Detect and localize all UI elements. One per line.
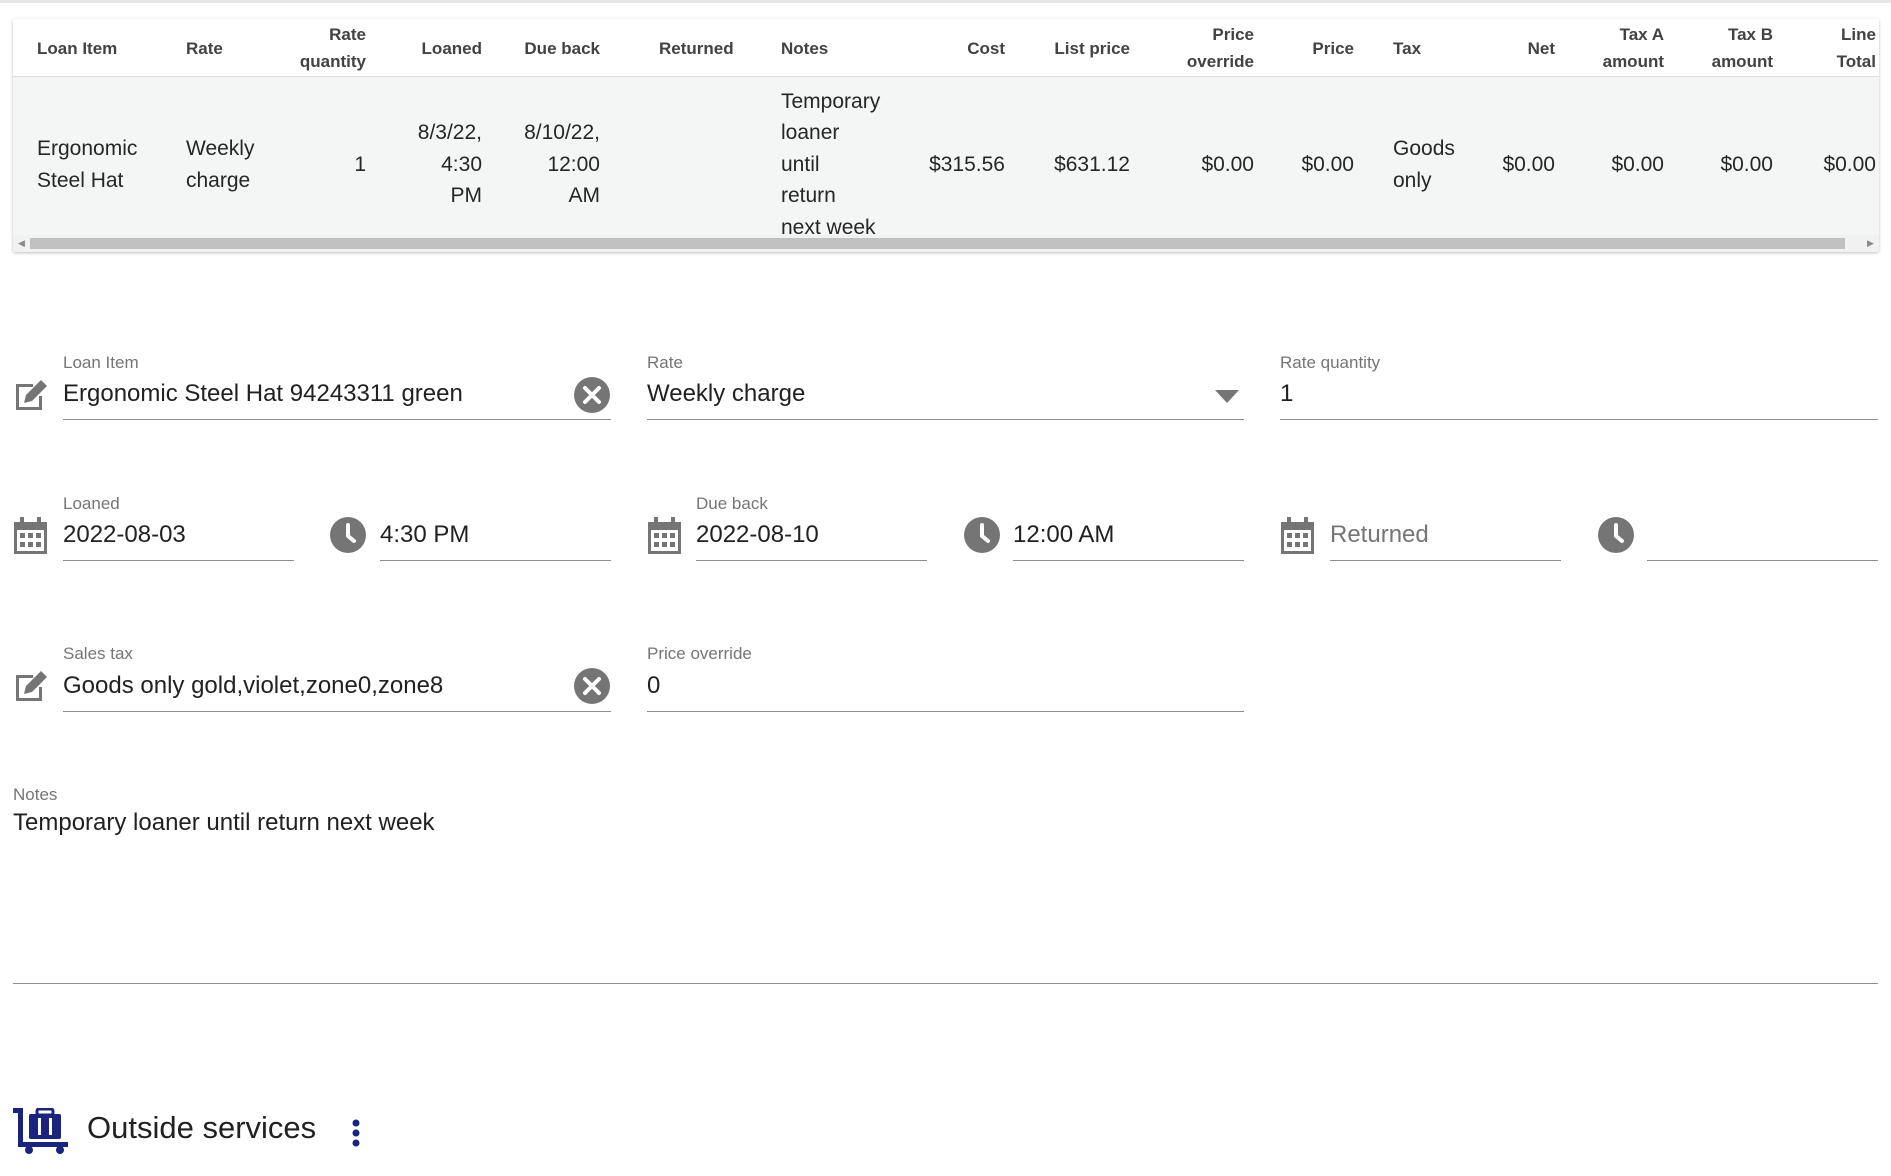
cell-price-override: $0.00 [1201,152,1254,176]
returned-date-underline [1330,560,1561,561]
sales-tax-input[interactable]: Goods only gold,violet,zone0,zone8 [63,672,443,700]
loaned-date-input[interactable]: 2022-08-03 [63,521,186,549]
calendar-icon[interactable] [14,517,47,554]
notes-underline [13,983,1878,984]
returned-time-underline [1647,560,1878,561]
calendar-icon[interactable] [648,517,681,554]
rate-underline [647,419,1244,420]
due-back-date-underline [696,560,927,561]
header-notes[interactable]: Notes [781,19,828,77]
rate-value[interactable]: Weekly charge [647,380,805,408]
loan-item-field[interactable]: Loan Item Ergonomic Steel Hat 94243311 g… [63,353,611,420]
luggage-cart-icon [13,1108,68,1154]
loaned-time-input[interactable]: 4:30 PM [380,521,469,549]
loan-item-underline [63,419,611,420]
header-price-override[interactable]: Price override [1143,19,1254,77]
cell-tax-a-amount: $0.00 [1611,152,1664,176]
rate-quantity-underline [1280,419,1878,420]
clear-circle-icon[interactable] [574,377,610,413]
edit-icon[interactable] [13,669,50,703]
header-line-total[interactable]: Line Total [1793,19,1876,77]
header-tax-b-amount[interactable]: Tax B amount [1683,19,1773,77]
header-rate[interactable]: Rate [186,19,223,77]
cell-rate: Weekly charge [186,137,255,192]
cell-list-price: $631.12 [1054,152,1130,176]
cell-loan-item: Ergonomic Steel Hat [37,137,138,192]
due-back-date-field[interactable]: Due back 2022-08-10 [696,494,927,561]
rate-quantity-input[interactable]: 1 [1280,380,1293,408]
sales-tax-label: Sales tax [63,644,133,663]
sales-tax-underline [63,711,611,712]
cell-tax: Goods only [1393,137,1455,192]
header-list-price[interactable]: List price [1023,19,1130,77]
clock-icon[interactable] [1598,517,1634,553]
section-title-outside-services: Outside services [87,1110,317,1145]
scrollbar-thumb[interactable] [30,238,1845,249]
returned-time-field[interactable] [1647,494,1878,561]
due-back-time-underline [1013,560,1244,561]
header-tax-a-amount[interactable]: Tax A amount [1573,19,1664,77]
notes-label: Notes [13,785,58,804]
due-back-time-field[interactable]: 12:00 AM [1013,494,1244,561]
price-override-label: Price override [647,644,752,663]
header-net[interactable]: Net [1473,19,1555,77]
top-divider [0,0,1891,3]
rate-quantity-label: Rate quantity [1280,353,1381,372]
loaned-time-field[interactable]: 4:30 PM [380,494,611,561]
header-price[interactable]: Price [1263,19,1354,77]
edit-icon[interactable] [13,378,50,412]
header-returned[interactable]: Returned [659,19,734,77]
loaned-label: Loaned [63,494,120,513]
returned-date-input[interactable]: Returned [1330,521,1429,549]
price-override-input[interactable]: 0 [647,672,660,700]
loan-items-table: Loan Item Rate Rate quantity Loaned Due … [13,19,1879,252]
cell-tax-b-amount: $0.00 [1720,152,1773,176]
rate-select[interactable]: Rate Weekly charge [647,353,1244,420]
loan-item-input[interactable]: Ergonomic Steel Hat 94243311 green [63,380,463,408]
cell-notes: Temporary loaner until return next week [781,89,881,239]
cell-price: $0.00 [1301,152,1354,176]
loan-item-label: Loan Item [63,353,139,372]
caret-down-icon[interactable] [1215,390,1239,403]
clear-circle-icon[interactable] [574,668,610,704]
due-back-date-input[interactable]: 2022-08-10 [696,521,819,549]
horizontal-scrollbar[interactable]: ◀ ▶ [13,235,1879,252]
cell-loaned: 8/3/22, 4:30 PM [417,121,482,208]
notes-field[interactable]: Notes Temporary loaner until return next… [13,785,1878,984]
price-override-field[interactable]: Price override 0 [647,644,1244,712]
cell-rate-quantity: 1 [354,152,366,176]
loaned-time-underline [380,560,611,561]
header-loaned[interactable]: Loaned [393,19,482,77]
due-back-time-input[interactable]: 12:00 AM [1013,521,1114,549]
cell-net: $0.00 [1502,152,1555,176]
header-loan-item[interactable]: Loan Item [37,19,117,77]
scroll-right-icon[interactable]: ▶ [1862,235,1879,252]
cell-due-back: 8/10/22, 12:00 AM [524,121,600,208]
notes-textarea[interactable]: Temporary loaner until return next week [13,809,435,837]
rate-label: Rate [647,353,683,372]
calendar-icon[interactable] [1281,517,1314,554]
loaned-date-underline [63,560,294,561]
header-tax[interactable]: Tax [1393,19,1421,77]
cell-cost: $315.56 [929,152,1005,176]
header-cost[interactable]: Cost [883,19,1005,77]
due-back-label: Due back [696,494,768,513]
cell-line-total: $0.00 [1823,152,1876,176]
clock-icon[interactable] [964,517,1000,553]
header-due-back[interactable]: Due back [503,19,600,77]
scroll-left-icon[interactable]: ◀ [13,235,30,252]
loaned-date-field[interactable]: Loaned 2022-08-03 [63,494,294,561]
sales-tax-field[interactable]: Sales tax Goods only gold,violet,zone0,z… [63,644,611,712]
returned-date-field[interactable]: Returned [1330,494,1561,561]
header-rate-quantity[interactable]: Rate quantity [283,19,366,77]
rate-quantity-field[interactable]: Rate quantity 1 [1280,353,1878,420]
more-vertical-icon[interactable] [352,1119,360,1147]
clock-icon[interactable] [330,517,366,553]
price-override-underline [647,711,1244,712]
